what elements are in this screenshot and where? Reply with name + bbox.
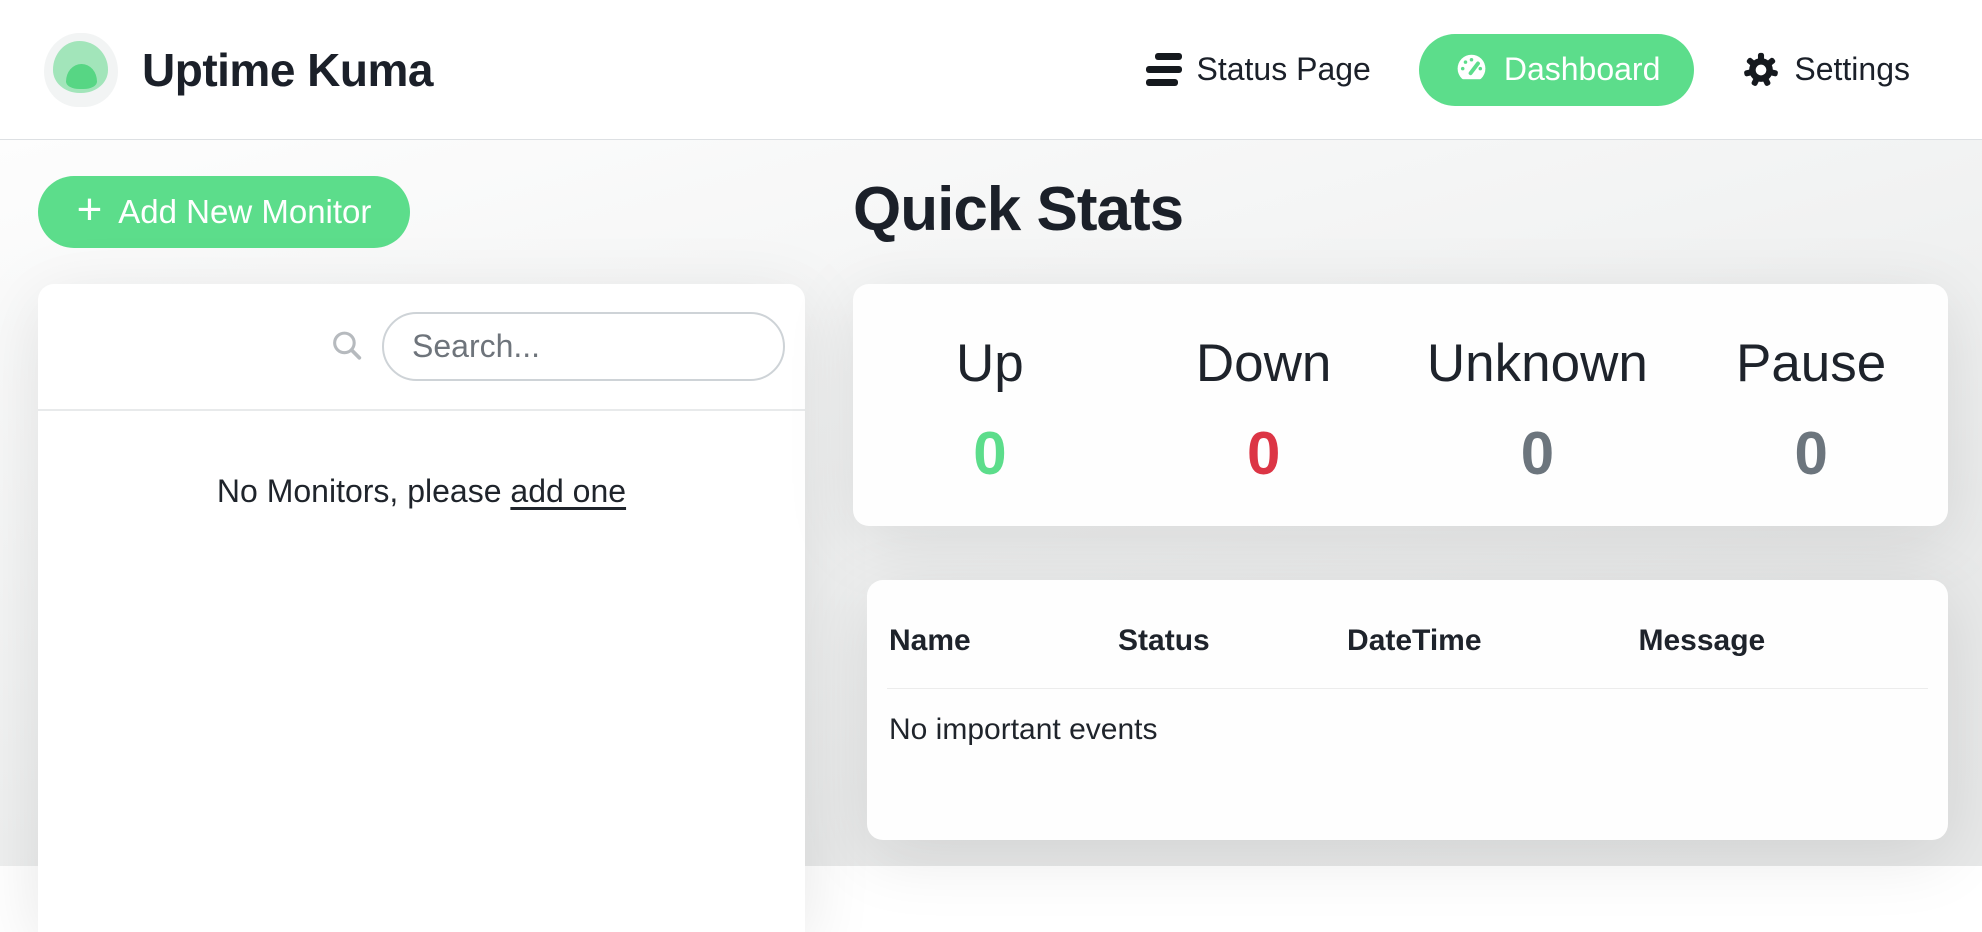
main-nav: Status Page Dashboard	[1146, 34, 1910, 106]
page-title: Quick Stats	[853, 174, 1183, 245]
stat-down-value: 0	[1247, 424, 1280, 484]
page-content: + Add New Monitor No Monitors, please ad…	[0, 141, 1982, 866]
events-table: Name Status DateTime Message No importan…	[887, 580, 1928, 747]
stat-pause-label: Pause	[1736, 333, 1886, 394]
search-input[interactable]	[382, 312, 785, 381]
stat-unknown-label: Unknown	[1427, 333, 1648, 394]
stream-list-icon	[1146, 53, 1182, 86]
no-events-text: No important events	[887, 689, 1928, 748]
nav-status-page-label: Status Page	[1196, 51, 1370, 88]
column-header-status: Status	[1116, 580, 1345, 689]
events-empty-row: No important events	[887, 689, 1928, 748]
monitor-search-row	[38, 284, 805, 411]
stat-up-label: Up	[956, 333, 1024, 394]
add-new-monitor-label: Add New Monitor	[118, 193, 371, 231]
tachometer-icon	[1453, 51, 1490, 88]
add-one-link[interactable]: add one	[510, 473, 626, 509]
uptime-kuma-app: Uptime Kuma Status Page Dashboard	[0, 0, 1982, 866]
no-monitors-text: No Monitors, please	[217, 473, 510, 509]
nav-dashboard[interactable]: Dashboard	[1419, 34, 1695, 106]
nav-settings[interactable]: Settings	[1742, 51, 1910, 89]
nav-settings-label: Settings	[1794, 51, 1910, 88]
plus-icon: +	[77, 188, 103, 232]
column-header-message: Message	[1637, 580, 1929, 689]
column-header-name: Name	[887, 580, 1116, 689]
uptime-kuma-logo-icon	[44, 33, 118, 107]
brand-home-link[interactable]: Uptime Kuma	[44, 33, 433, 107]
add-new-monitor-button[interactable]: + Add New Monitor	[38, 176, 410, 248]
app-title: Uptime Kuma	[142, 43, 433, 97]
column-header-datetime: DateTime	[1345, 580, 1636, 689]
nav-dashboard-label: Dashboard	[1504, 51, 1661, 88]
important-events-card: Name Status DateTime Message No importan…	[867, 580, 1948, 840]
stat-down: Down 0	[1127, 333, 1401, 484]
monitor-list-panel: No Monitors, please add one	[38, 284, 805, 932]
nav-status-page[interactable]: Status Page	[1146, 51, 1370, 88]
stat-unknown: Unknown 0	[1401, 333, 1675, 484]
stat-pause: Pause 0	[1674, 333, 1948, 484]
stat-up-value: 0	[973, 424, 1006, 484]
app-header: Uptime Kuma Status Page Dashboard	[0, 0, 1982, 140]
quick-stats-card: Up 0 Down 0 Unknown 0 Pause 0	[853, 284, 1948, 526]
stat-pause-value: 0	[1794, 424, 1827, 484]
search-icon	[329, 328, 366, 365]
stat-down-label: Down	[1196, 333, 1332, 394]
stat-unknown-value: 0	[1521, 424, 1554, 484]
sidebar: + Add New Monitor No Monitors, please ad…	[38, 176, 805, 932]
stat-up: Up 0	[853, 333, 1127, 484]
no-monitors-message: No Monitors, please add one	[38, 411, 805, 510]
events-table-header-row: Name Status DateTime Message	[887, 580, 1928, 689]
gear-icon	[1742, 51, 1780, 89]
